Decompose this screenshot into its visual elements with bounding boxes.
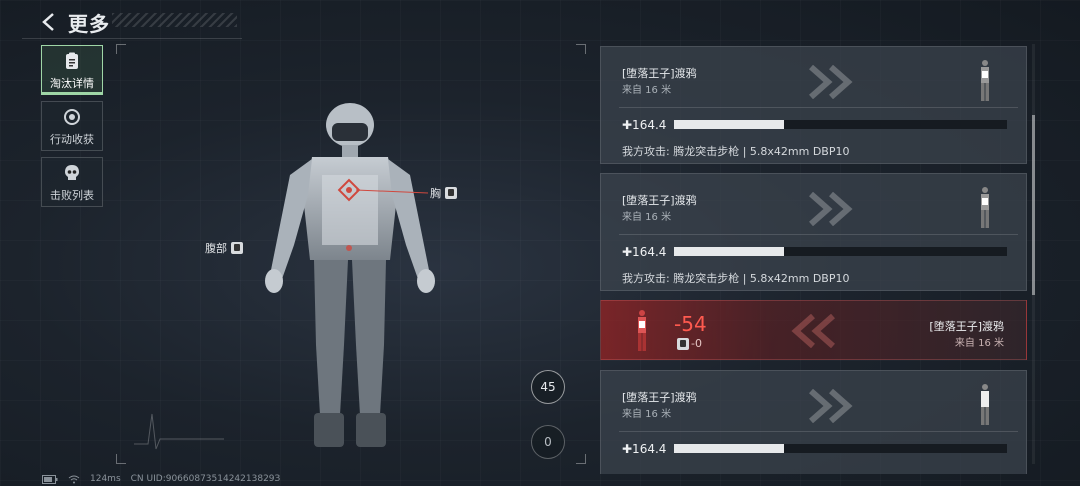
ping-value: 124ms (90, 474, 121, 484)
skull-icon (61, 162, 83, 184)
damage-card[interactable]: [堕落王子]渡鸦 来自 16 米 ✚164.4 我方攻击: 腾龙突击步枪 | 5… (600, 46, 1027, 164)
soldier-model (265, 103, 435, 447)
rotate-value: 45 (540, 380, 556, 394)
frame-corner (116, 44, 126, 54)
damage-card[interactable]: [堕落王子]渡鸦 来自 16 米 ✚164.4 我方攻击: 腾龙突击步枪 | 5… (600, 173, 1027, 291)
header-divider (22, 38, 242, 39)
armor-damage-value: -0 (691, 337, 702, 350)
header: 更多 (38, 8, 110, 36)
tab-label: 行动收获 (50, 132, 94, 146)
damage-bar (674, 247, 1007, 256)
body-hit-icon (638, 310, 646, 351)
heal-value: ✚164.4 (622, 245, 667, 259)
chevron-decoration (809, 389, 853, 423)
enemy-distance: 来自 16 米 (622, 212, 672, 223)
enemy-name: [堕落王子]渡鸦 (622, 391, 697, 404)
page-title: 更多 (68, 11, 110, 36)
report-icon (61, 50, 83, 72)
battery-icon (42, 474, 58, 484)
attack-info: 我方攻击: 腾龙突击步枪 | 5.8x42mm DBP10 (622, 145, 850, 158)
title-decoration (112, 13, 237, 27)
loot-icon (61, 106, 83, 128)
back-arrow-icon[interactable] (38, 11, 60, 33)
tab-label: 击败列表 (50, 188, 94, 202)
abdomen-label-text: 腹部 (205, 242, 227, 255)
status-footer: 124ms CN UID:9066087351424213829З (42, 474, 280, 484)
tab-operation-loot[interactable]: 行动收获 (41, 101, 103, 151)
armor-icon (677, 337, 689, 350)
damage-bar-fill (674, 247, 784, 256)
divider (619, 107, 1018, 108)
frame-corner (116, 454, 126, 464)
enemy-name: [堕落王子]渡鸦 (622, 67, 697, 80)
received-damage-card[interactable]: -54 -0 [堕落王子]渡鸦 来自 16 米 (600, 300, 1027, 360)
damage-card[interactable]: [堕落王子]渡鸦 来自 16 米 ✚164.4 (600, 370, 1027, 474)
chest-hit-label: 胸 (430, 185, 457, 201)
abdomen-hit-label: 腹部 (205, 240, 243, 256)
rotate-view-button[interactable]: 45 (531, 370, 565, 404)
damage-log-panel: [堕落王子]渡鸦 来自 16 米 ✚164.4 我方攻击: 腾龙突击步枪 | 5… (600, 44, 1030, 474)
heartbeat-graph (134, 413, 224, 450)
divider (619, 431, 1018, 432)
enemy-distance: 来自 16 米 (622, 85, 672, 96)
tab-label: 淘汰详情 (50, 76, 94, 90)
wifi-icon (68, 475, 80, 483)
scrollbar-thumb[interactable] (1032, 115, 1035, 295)
damage-bar (674, 444, 1007, 453)
armor-icon (445, 187, 457, 199)
enemy-distance: 来自 16 米 (954, 338, 1004, 349)
tab-defeat-list[interactable]: 击败列表 (41, 157, 103, 207)
chevron-decoration (791, 314, 835, 348)
body-silhouette-icon (981, 384, 989, 425)
side-tabs: 淘汰详情 行动收获 击败列表 (41, 45, 103, 213)
frame-corner (576, 454, 586, 464)
damage-value: -54 (674, 312, 707, 336)
body-silhouette-icon (981, 60, 989, 101)
chevron-decoration (809, 65, 853, 99)
enemy-name: [堕落王子]渡鸦 (622, 194, 697, 207)
damage-bar-fill (674, 444, 784, 453)
reset-view-button[interactable]: 0 (531, 425, 565, 459)
user-id: CN UID:9066087351424213829З (130, 474, 281, 484)
damage-bar (674, 120, 1007, 129)
heal-value: ✚164.4 (622, 442, 667, 456)
reset-value: 0 (544, 435, 552, 449)
attack-info: 我方攻击: 腾龙突击步枪 | 5.8x42mm DBP10 (622, 272, 850, 285)
divider (619, 234, 1018, 235)
damage-bar-fill (674, 120, 784, 129)
body-silhouette-icon (981, 187, 989, 228)
enemy-name: [堕落王子]渡鸦 (929, 320, 1004, 333)
tab-elimination-details[interactable]: 淘汰详情 (41, 45, 103, 95)
enemy-distance: 来自 16 米 (622, 409, 672, 420)
heal-value: ✚164.4 (622, 118, 667, 132)
armor-damage: -0 (677, 337, 702, 350)
armor-icon (231, 242, 243, 254)
chest-label-text: 胸 (430, 187, 441, 200)
chevron-decoration (809, 192, 853, 226)
frame-corner (576, 44, 586, 54)
